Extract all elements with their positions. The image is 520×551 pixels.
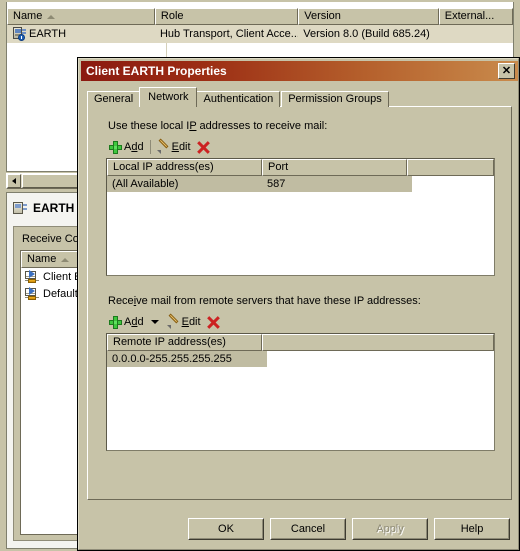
column-header-version-label: Version: [304, 10, 341, 22]
tab-permission-groups-label: Permission Groups: [288, 93, 382, 105]
cell-local-port: 587: [262, 176, 407, 192]
column-header-remote-ip[interactable]: Remote IP address(es): [107, 334, 262, 351]
help-button-label: Help: [460, 523, 484, 535]
scroll-left-button[interactable]: [7, 174, 21, 188]
remote-ip-label-pre: Rece: [108, 295, 134, 307]
cancel-button[interactable]: Cancel: [270, 518, 346, 540]
tab-network[interactable]: Network: [139, 87, 198, 107]
table-row[interactable]: (All Available) 587: [107, 176, 494, 192]
results-list-header: Name Role Version External...: [7, 8, 513, 25]
chevron-left-icon: [12, 178, 16, 184]
dialog-tabstrip: General Network Authentication Permissio…: [87, 87, 512, 107]
apply-button-label: Apply: [376, 523, 404, 535]
add-icon: [109, 315, 122, 329]
receive-connector-icon: [25, 287, 39, 300]
close-icon: ✕: [501, 64, 512, 77]
detail-pane-title: EARTH: [13, 201, 74, 215]
table-row[interactable]: 0.0.0.0-255.255.255.255: [107, 351, 494, 367]
remote-add-button[interactable]: Add: [106, 314, 147, 330]
dialog-button-row: OK Cancel Apply Help: [78, 518, 519, 540]
remote-ip-listview[interactable]: Remote IP address(es) 0.0.0.0-255.255.25…: [106, 333, 495, 451]
cell-local-extra: [407, 176, 412, 192]
local-ip-listview[interactable]: Local IP address(es) Port (All Available…: [106, 158, 495, 276]
cancel-button-label: Cancel: [290, 523, 326, 535]
local-ip-label-pre: Use these local I: [108, 120, 190, 132]
sort-ascending-icon: [61, 257, 70, 262]
tab-general[interactable]: General: [87, 91, 141, 107]
remote-ip-label-post: ve mail from remote servers that have th…: [136, 295, 421, 307]
local-delete-button[interactable]: [194, 139, 213, 155]
column-header-remote-blank[interactable]: [262, 334, 494, 351]
local-add-label: Add: [124, 141, 144, 153]
close-button[interactable]: ✕: [498, 63, 515, 79]
remote-delete-button[interactable]: [204, 314, 223, 330]
delete-x-icon: [206, 315, 220, 329]
chevron-down-icon[interactable]: [150, 320, 159, 324]
cell-local-address: (All Available): [107, 176, 262, 192]
local-ip-list-header: Local IP address(es) Port: [107, 159, 494, 176]
properties-dialog: Client EARTH Properties ✕ General Networ…: [77, 57, 520, 551]
column-header-name[interactable]: Name: [7, 8, 155, 25]
local-edit-button[interactable]: Edit: [154, 138, 194, 155]
cell-remote-extra: [262, 351, 267, 367]
column-header-local-ip[interactable]: Local IP address(es): [107, 159, 262, 176]
column-header-local-blank[interactable]: [407, 159, 494, 176]
cell-remote-address: 0.0.0.0-255.255.255.255: [107, 351, 262, 367]
receive-connector-icon: [25, 270, 39, 283]
dialog-titlebar[interactable]: Client EARTH Properties ✕: [81, 61, 518, 81]
remote-ip-list-header: Remote IP address(es): [107, 334, 494, 351]
tab-network-label: Network: [148, 91, 189, 103]
tab-permission-groups[interactable]: Permission Groups: [281, 91, 389, 107]
column-header-role-label: Role: [160, 10, 184, 22]
edit-pencil-icon: [166, 313, 180, 329]
column-header-port-label: Port: [268, 161, 289, 173]
cell-name-label: EARTH: [29, 28, 67, 40]
cell-role: Hub Transport, Client Acce...: [159, 28, 299, 40]
dialog-title: Client EARTH Properties: [86, 64, 227, 78]
remote-ip-section-label: Receive mail from remote servers that ha…: [108, 295, 421, 307]
local-ip-label-post: addresses to receive mail:: [196, 120, 328, 132]
remote-ip-toolbar: Add Edit: [106, 313, 223, 331]
help-button[interactable]: Help: [434, 518, 510, 540]
tab-general-label: General: [94, 93, 134, 105]
column-header-version[interactable]: Version: [298, 8, 439, 25]
apply-button: Apply: [352, 518, 428, 540]
column-header-remote-ip-label: Remote IP address(es): [113, 336, 226, 348]
ok-button[interactable]: OK: [188, 518, 264, 540]
column-header-external[interactable]: External...: [438, 8, 513, 25]
screen: Name Role Version External... EARTH Hub …: [0, 0, 520, 551]
local-add-button[interactable]: Add: [106, 139, 147, 155]
server-icon: [12, 27, 26, 41]
local-ip-toolbar: Add Edit: [106, 138, 213, 156]
delete-x-icon: [196, 140, 210, 154]
ok-button-label: OK: [218, 523, 234, 535]
detail-pane-title-label: EARTH: [33, 201, 75, 215]
column-header-connector-name-label: Name: [27, 253, 57, 265]
cell-name: EARTH: [7, 25, 155, 43]
tab-authentication-label: Authentication: [203, 93, 274, 105]
remote-add-label: Add: [124, 316, 144, 328]
column-header-role[interactable]: Role: [154, 8, 299, 25]
column-header-local-ip-label: Local IP address(es): [113, 161, 214, 173]
remote-edit-button[interactable]: Edit: [164, 313, 204, 330]
network-tab-page: Use these local IP addresses to receive …: [87, 106, 512, 500]
cell-version: Version 8.0 (Build 685.24): [303, 28, 430, 40]
remote-edit-label: Edit: [181, 316, 201, 328]
local-edit-label: Edit: [171, 141, 191, 153]
table-row[interactable]: EARTH Hub Transport, Client Acce... Vers…: [7, 25, 513, 43]
toolbar-separator: [149, 140, 151, 154]
tab-authentication[interactable]: Authentication: [196, 91, 281, 107]
edit-pencil-icon: [156, 138, 170, 154]
server-icon: [13, 201, 27, 215]
local-ip-section-label: Use these local IP addresses to receive …: [108, 120, 327, 132]
sort-ascending-icon: [47, 14, 56, 19]
add-icon: [109, 140, 122, 154]
column-header-port[interactable]: Port: [262, 159, 407, 176]
column-header-name-label: Name: [13, 10, 43, 22]
cell-external: [439, 25, 513, 43]
column-header-external-label: External...: [444, 10, 495, 22]
